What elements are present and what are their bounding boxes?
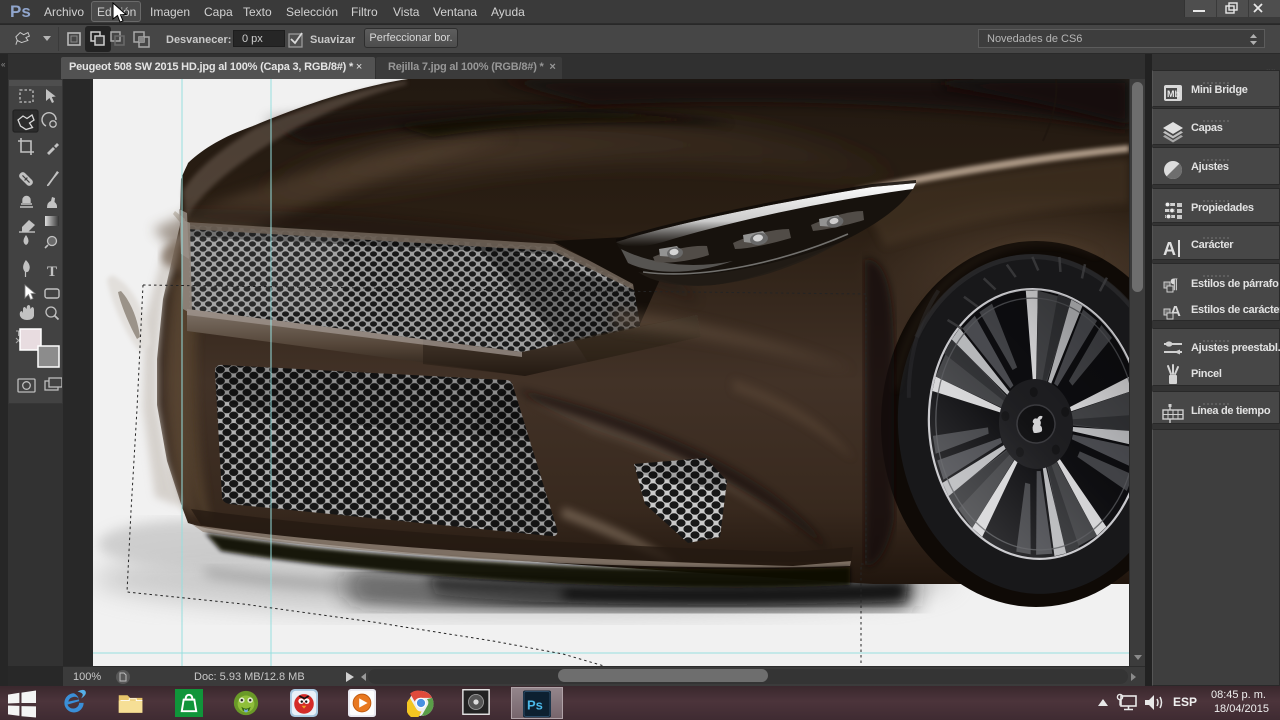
svg-text:Ps: Ps (527, 698, 543, 713)
svg-text:T: T (47, 264, 57, 280)
svg-text:A: A (1163, 239, 1176, 259)
svg-text:Mb: Mb (1167, 89, 1180, 99)
